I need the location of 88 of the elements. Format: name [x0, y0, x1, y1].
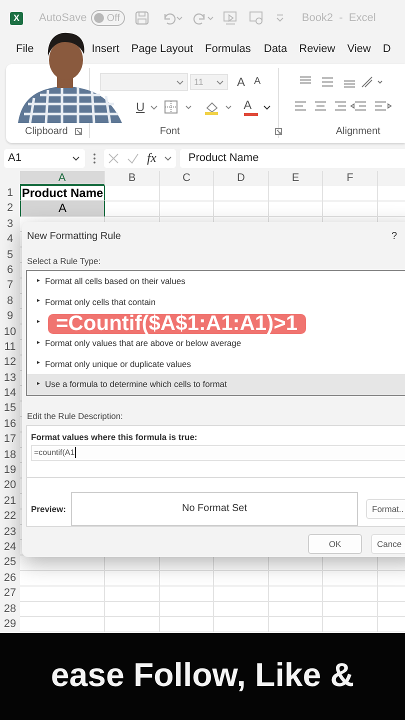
group-label: Alignment [336, 126, 380, 137]
row-header[interactable]: 9 [0, 309, 20, 325]
group-label: Clipboard [25, 126, 68, 137]
dialog-title: New Formatting Rule [27, 230, 121, 242]
excel-logo: X [10, 12, 23, 24]
window-icon[interactable] [248, 11, 264, 25]
row-header[interactable]: 26 [0, 570, 20, 586]
check-icon[interactable] [127, 152, 139, 164]
row-header[interactable]: 3 [0, 216, 20, 232]
font-name-field[interactable] [100, 73, 188, 91]
row-header[interactable]: 28 [0, 602, 20, 617]
dialog-launcher-icon[interactable] [274, 128, 282, 135]
customize-icon[interactable] [276, 13, 284, 23]
formula-caption: =Countif($A$1:A1:A1)>1 [48, 314, 306, 334]
presentation-icon[interactable] [222, 11, 238, 25]
field-label: Format values where this formula is true: [31, 432, 198, 442]
decrease-font-button[interactable]: A [254, 75, 261, 89]
row-header[interactable]: 5 [0, 248, 20, 263]
dialog-launcher-icon[interactable] [74, 128, 82, 135]
row-header[interactable]: 6 [0, 262, 20, 278]
video-caption: ease Follow, Like & [50, 656, 354, 694]
ribbon-tab[interactable]: Formulas [205, 40, 251, 60]
ribbon-tab[interactable]: Data [264, 40, 288, 60]
row-header[interactable]: 29 [0, 616, 20, 632]
preview-label: Preview: [31, 504, 67, 514]
row-header[interactable]: 13 [0, 370, 20, 386]
format-button[interactable]: Format.. [366, 498, 405, 519]
formula-field[interactable]: =countif(A1 [31, 444, 405, 461]
formula-field[interactable]: Product Name [180, 148, 405, 168]
row-header[interactable]: 10 [0, 324, 20, 340]
row-header[interactable]: 20 [0, 478, 20, 494]
ribbon-tab[interactable]: Page Layout [131, 40, 194, 60]
ribbon-tab[interactable]: View [347, 40, 371, 60]
close-icon[interactable] [108, 152, 119, 164]
row-header[interactable]: 7 [0, 278, 20, 294]
rule-type-item[interactable]: Use a formula to determine which cells to format [27, 374, 405, 395]
row-header[interactable]: 11 [0, 340, 20, 356]
row-header[interactable]: 17 [0, 432, 20, 448]
ribbon-tab[interactable]: File [16, 40, 34, 60]
caret-icon [176, 80, 184, 84]
ok-button[interactable]: OK [308, 534, 362, 554]
rule-type-item[interactable]: Format only cells that contain [27, 292, 405, 312]
increase-font-button[interactable]: A [237, 75, 246, 89]
row-header[interactable]: 24 [0, 540, 20, 556]
insert-function-button[interactable]: fx [147, 150, 156, 166]
row-header[interactable]: 23 [0, 524, 20, 540]
row-header[interactable]: 21 [0, 494, 20, 510]
cancel-button[interactable]: Cance [371, 534, 405, 554]
group-label: Font [160, 126, 180, 137]
row-header[interactable]: 25 [0, 555, 20, 571]
section-label: Select a Rule Type: [27, 256, 102, 266]
window-title: Book2 - Excel [302, 12, 376, 24]
save-icon[interactable] [134, 11, 149, 25]
caret-icon [150, 104, 158, 110]
more-options-icon[interactable] [93, 152, 96, 164]
row-header[interactable]: 27 [0, 586, 20, 602]
autosave-label: AutoSave [39, 12, 87, 24]
rule-type-item[interactable]: Format only values that are above or below average [27, 332, 405, 354]
row-header[interactable]: 14 [0, 386, 20, 402]
ribbon-tab[interactable]: Insert [92, 40, 120, 60]
preview-box: No Format Set [71, 492, 358, 526]
ribbon-tab[interactable]: D [382, 40, 391, 60]
section-label: Edit the Rule Description: [27, 410, 124, 421]
row-header[interactable]: 8 [0, 294, 20, 310]
caret-icon [164, 156, 172, 160]
caret-icon [262, 104, 271, 110]
name-box[interactable]: A1 [4, 148, 85, 168]
table-cell[interactable]: A [20, 201, 105, 217]
ribbon-tab[interactable]: Review [299, 40, 336, 60]
row-header[interactable]: 15 [0, 401, 20, 417]
row-header[interactable]: 16 [0, 416, 20, 432]
row-header[interactable]: 12 [0, 355, 20, 371]
rule-type-item[interactable]: Format only unique or duplicate values [27, 353, 405, 374]
row-header[interactable]: 22 [0, 509, 20, 525]
underline-button[interactable]: U [136, 100, 145, 114]
help-button[interactable]: ? [391, 230, 397, 242]
rule-type-item[interactable]: Format all cells based on their values [27, 271, 405, 292]
row-header[interactable]: 1 [0, 186, 20, 202]
caret-icon [216, 80, 224, 84]
column-header[interactable]: A [20, 171, 105, 186]
rule-type-list[interactable] [26, 270, 405, 396]
row-header[interactable]: 4 [0, 232, 20, 248]
caret-icon [72, 156, 80, 160]
font-color-button[interactable]: A [244, 98, 258, 116]
row-header[interactable]: 2 [0, 201, 20, 217]
row-header[interactable]: 19 [0, 463, 20, 478]
row-header[interactable]: 18 [0, 448, 20, 464]
redo-icon[interactable] [192, 11, 214, 25]
